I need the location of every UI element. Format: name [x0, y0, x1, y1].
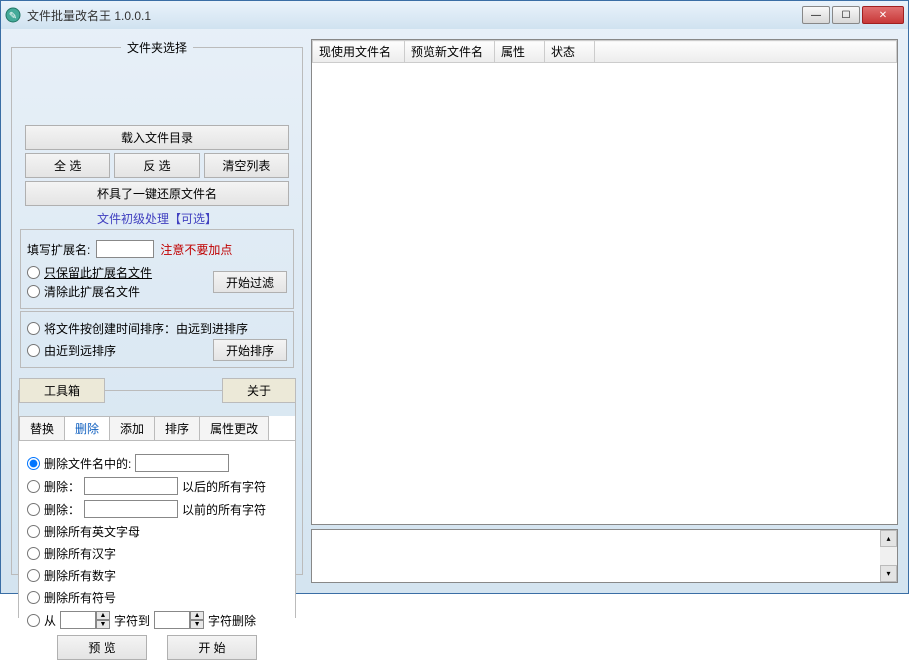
del-hanzi-radio[interactable] — [27, 547, 40, 560]
sort-desc-label: 由近到远排序 — [44, 342, 116, 359]
tab-toolbox[interactable]: 工具箱 — [19, 378, 105, 403]
ext-warn: 注意不要加点 — [160, 241, 232, 258]
folder-select-group: 文件夹选择 载入文件目录 全 选 反 选 清空列表 杯具了一键还原文件名 文件初… — [11, 39, 303, 575]
invert-button[interactable]: 反 选 — [114, 153, 199, 178]
del-letters-radio[interactable] — [27, 525, 40, 538]
del-after-input[interactable] — [84, 477, 178, 495]
scroll-up-icon[interactable]: ▴ — [880, 530, 897, 547]
del-after-radio[interactable] — [27, 480, 40, 493]
remove-ext-radio[interactable] — [27, 285, 40, 298]
subtab-add[interactable]: 添加 — [109, 416, 155, 440]
remove-ext-label: 清除此扩展名文件 — [44, 283, 140, 300]
subtab-attr[interactable]: 属性更改 — [199, 416, 269, 440]
del-range-end-label: 字符删除 — [208, 612, 256, 629]
col-status[interactable]: 状态 — [545, 41, 595, 63]
sort-group: 将文件按创建时间排序：由远到进排序 由近到远排序 开始排序 — [20, 311, 294, 368]
del-range-from-label: 从 — [44, 612, 56, 629]
sort-asc-radio[interactable] — [27, 322, 40, 335]
start-sort-button[interactable]: 开始排序 — [213, 339, 287, 361]
folder-legend: 文件夹选择 — [121, 39, 193, 56]
svg-text:✎: ✎ — [9, 11, 17, 22]
tab-about[interactable]: 关于 — [222, 378, 296, 403]
del-range-mid-label: 字符到 — [114, 612, 150, 629]
col-spacer — [595, 41, 897, 63]
spin-down-icon[interactable]: ▼ — [190, 620, 204, 629]
content-area: 文件夹选择 载入文件目录 全 选 反 选 清空列表 杯具了一键还原文件名 文件初… — [1, 29, 908, 593]
col-current-name[interactable]: 现使用文件名 — [313, 41, 405, 63]
select-all-button[interactable]: 全 选 — [25, 153, 110, 178]
del-symbols-label: 删除所有符号 — [44, 589, 116, 606]
scroll-down-icon[interactable]: ▾ — [880, 565, 897, 582]
maximize-button[interactable]: ☐ — [832, 6, 860, 24]
del-symbols-radio[interactable] — [27, 591, 40, 604]
log-box[interactable]: ▴ ▾ — [311, 529, 898, 583]
spin-up-icon[interactable]: ▲ — [190, 611, 204, 620]
restore-names-button[interactable]: 杯具了一键还原文件名 — [25, 181, 289, 206]
subtab-sort[interactable]: 排序 — [154, 416, 200, 440]
start-filter-button[interactable]: 开始过滤 — [213, 271, 287, 293]
del-contains-label: 删除文件名中的: — [44, 455, 131, 472]
del-range-from-input[interactable] — [60, 611, 96, 629]
col-attr[interactable]: 属性 — [495, 41, 545, 63]
clear-list-button[interactable]: 清空列表 — [204, 153, 289, 178]
spin-down-icon[interactable]: ▼ — [96, 620, 110, 629]
keep-ext-radio[interactable] — [27, 266, 40, 279]
start-button[interactable]: 开 始 — [167, 635, 257, 660]
delete-tab-body: 删除文件名中的: 删除：以后的所有字符 删除：以前的所有字符 删除所有英文字母 … — [19, 440, 295, 626]
sort-desc-radio[interactable] — [27, 344, 40, 357]
del-before-pre: 删除： — [44, 501, 80, 518]
preview-button[interactable]: 预 览 — [57, 635, 147, 660]
del-contains-input[interactable] — [135, 454, 229, 472]
sort-asc-label: 将文件按创建时间排序：由远到进排序 — [44, 320, 248, 337]
preprocess-label: 文件初级处理【可选】 — [12, 210, 302, 227]
left-panel: 文件夹选择 载入文件目录 全 选 反 选 清空列表 杯具了一键还原文件名 文件初… — [11, 39, 303, 583]
spin-up-icon[interactable]: ▲ — [96, 611, 110, 620]
del-before-radio[interactable] — [27, 503, 40, 516]
window-title: 文件批量改名王 1.0.0.1 — [27, 7, 802, 24]
del-contains-radio[interactable] — [27, 457, 40, 470]
titlebar[interactable]: ✎ 文件批量改名王 1.0.0.1 — ☐ ✕ — [1, 1, 908, 29]
minimize-button[interactable]: — — [802, 6, 830, 24]
subtab-replace[interactable]: 替换 — [19, 416, 65, 440]
del-digits-label: 删除所有数字 — [44, 567, 116, 584]
app-icon: ✎ — [5, 7, 21, 23]
del-range-radio[interactable] — [27, 614, 40, 627]
right-panel: 现使用文件名 预览新文件名 属性 状态 ▴ ▾ — [311, 39, 898, 583]
del-range-to-input[interactable] — [154, 611, 190, 629]
tabs-container: 工具箱 关于 替换 删除 添加 排序 属性更改 删除文件名中的: 删除：以后的所… — [18, 390, 296, 618]
close-button[interactable]: ✕ — [862, 6, 904, 24]
ext-filter-group: 填写扩展名: 注意不要加点 只保留此扩展名文件 清除此扩展名文件 开始过滤 — [20, 229, 294, 309]
subtab-delete[interactable]: 删除 — [64, 416, 110, 440]
del-letters-label: 删除所有英文字母 — [44, 523, 140, 540]
app-window: ✎ 文件批量改名王 1.0.0.1 — ☐ ✕ 文件夹选择 载入文件目录 全 选… — [0, 0, 909, 594]
col-preview-name[interactable]: 预览新文件名 — [405, 41, 495, 63]
keep-ext-label: 只保留此扩展名文件 — [44, 264, 152, 281]
ext-label: 填写扩展名: — [27, 241, 90, 258]
scrollbar[interactable]: ▴ ▾ — [880, 530, 897, 582]
del-after-post: 以后的所有字符 — [182, 478, 266, 495]
file-table[interactable]: 现使用文件名 预览新文件名 属性 状态 — [311, 39, 898, 525]
ext-input[interactable] — [96, 240, 154, 258]
load-dir-button[interactable]: 载入文件目录 — [25, 125, 289, 150]
del-before-post: 以前的所有字符 — [182, 501, 266, 518]
del-hanzi-label: 删除所有汉字 — [44, 545, 116, 562]
del-digits-radio[interactable] — [27, 569, 40, 582]
del-before-input[interactable] — [84, 500, 178, 518]
del-after-pre: 删除： — [44, 478, 80, 495]
